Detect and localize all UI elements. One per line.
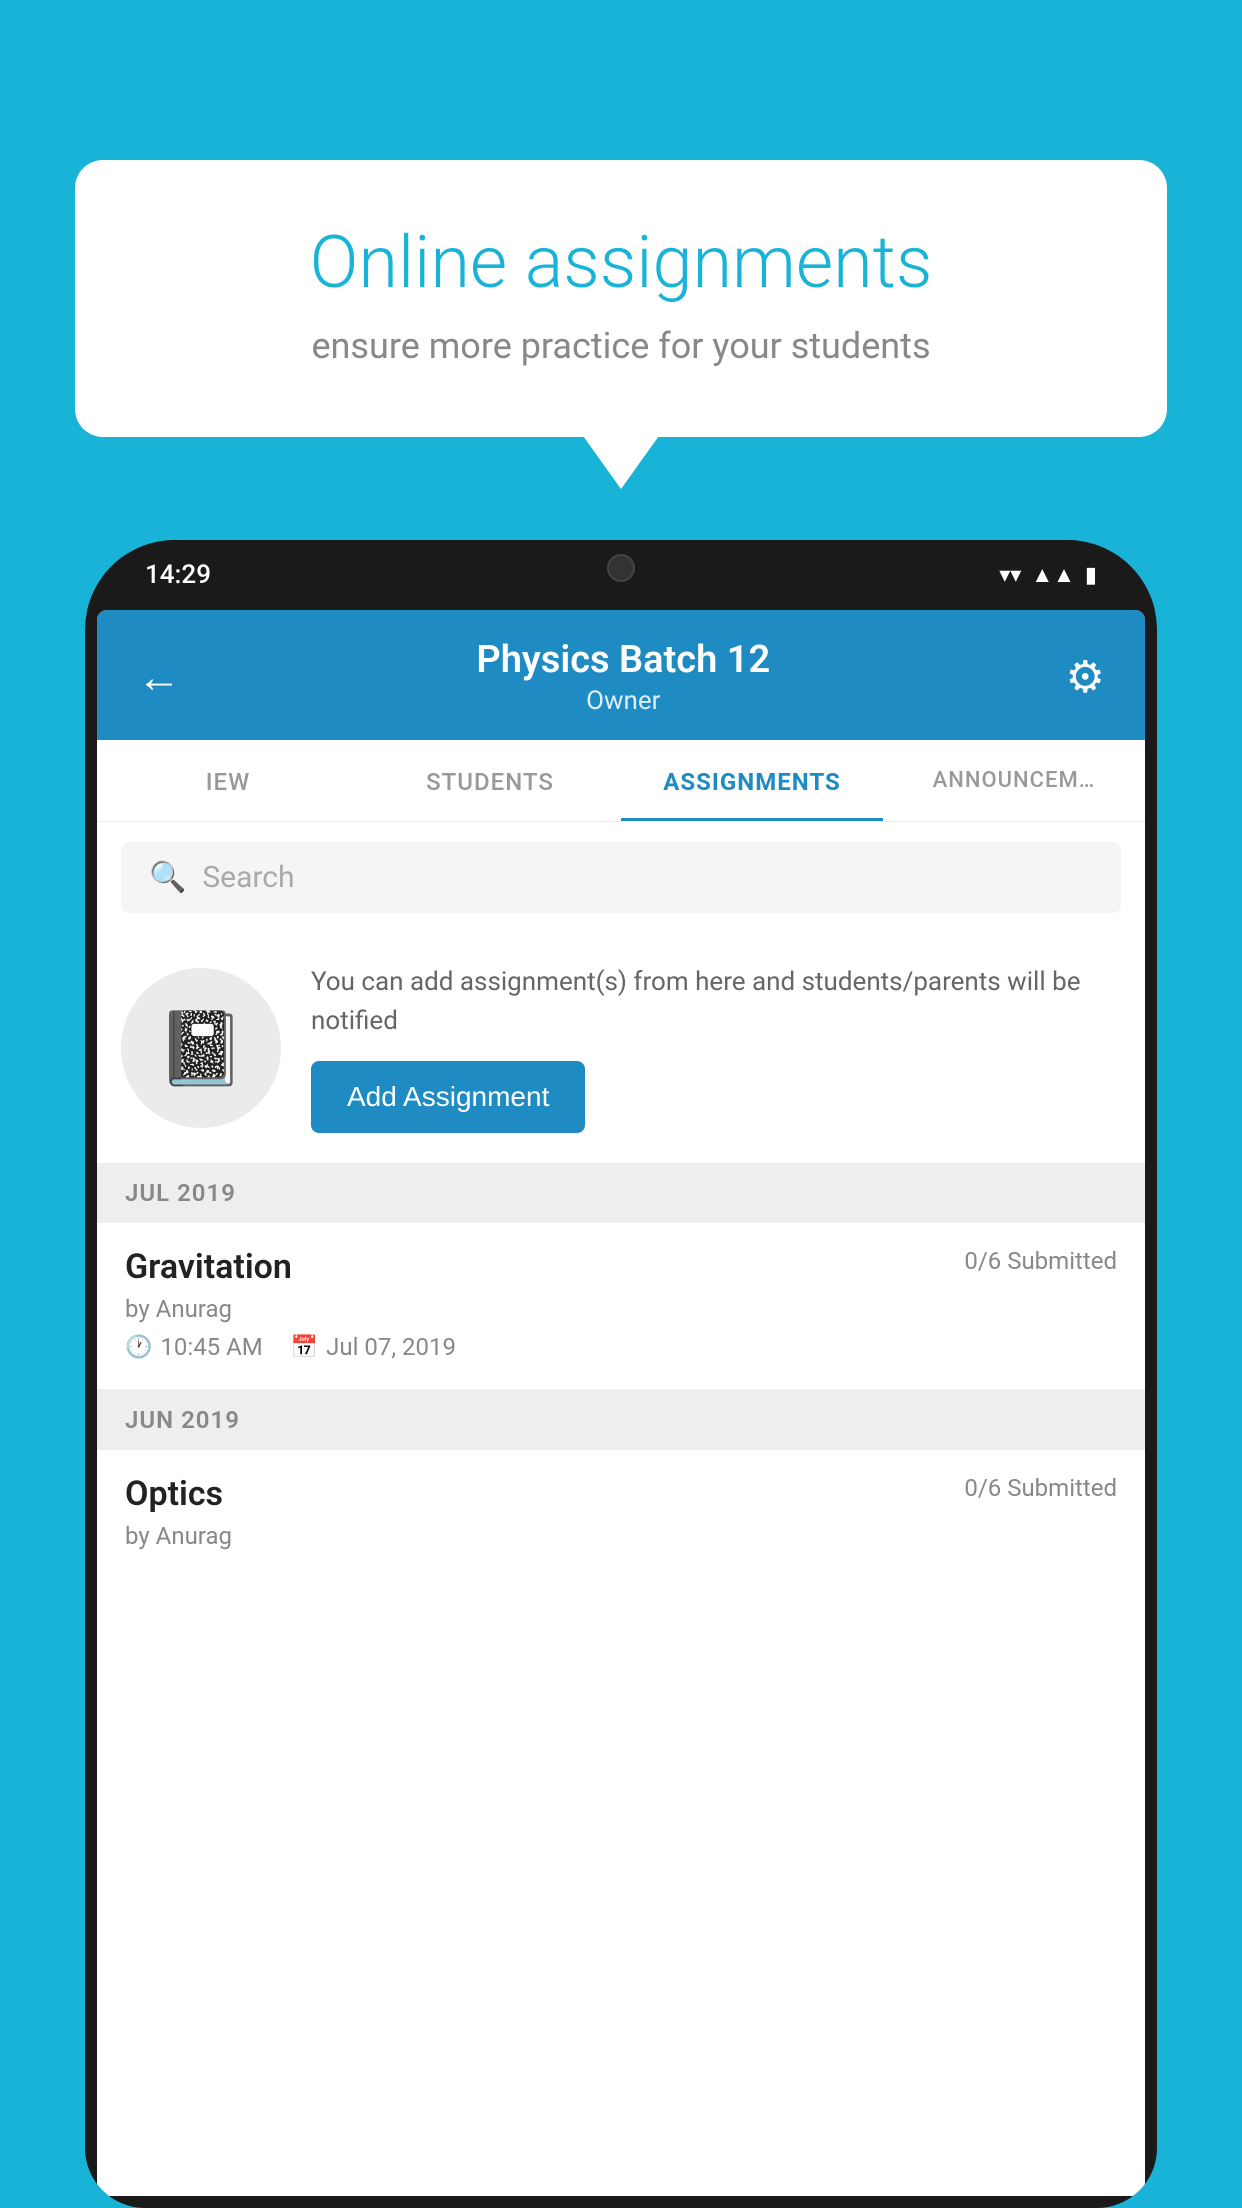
search-placeholder: Search bbox=[202, 860, 294, 895]
promo-content: You can add assignment(s) from here and … bbox=[311, 963, 1121, 1133]
phone-notch bbox=[541, 540, 701, 595]
tab-students[interactable]: STUDENTS bbox=[359, 740, 621, 821]
promo-icon-circle: 📓 bbox=[121, 968, 281, 1128]
tab-assignments[interactable]: ASSIGNMENTS bbox=[621, 740, 883, 821]
speech-bubble-wrapper: Online assignments ensure more practice … bbox=[75, 160, 1167, 437]
section-jul-2019: JUL 2019 bbox=[97, 1163, 1145, 1223]
phone-camera bbox=[607, 554, 635, 582]
promo-text: You can add assignment(s) from here and … bbox=[311, 963, 1121, 1041]
gravitation-title: Gravitation bbox=[125, 1247, 292, 1287]
settings-icon[interactable]: ⚙ bbox=[1066, 651, 1105, 703]
search-box[interactable]: 🔍 Search bbox=[121, 842, 1121, 913]
gravitation-date-meta: 📅 Jul 07, 2019 bbox=[291, 1333, 456, 1361]
search-icon: 🔍 bbox=[149, 860, 186, 895]
phone-frame: 14:29 ▾▾ ▲▲ ▮ ← Physics Batch 12 Owner ⚙ bbox=[85, 540, 1157, 2208]
back-button[interactable]: ← bbox=[137, 651, 181, 703]
status-time: 14:29 bbox=[145, 560, 211, 590]
notebook-icon: 📓 bbox=[156, 1006, 246, 1091]
phone-screen: ← Physics Batch 12 Owner ⚙ IEW STUDENTS … bbox=[97, 610, 1145, 2196]
promo-box: 📓 You can add assignment(s) from here an… bbox=[97, 933, 1145, 1163]
gravitation-by: by Anurag bbox=[125, 1295, 1117, 1323]
search-container: 🔍 Search bbox=[97, 822, 1145, 933]
clock-icon: 🕐 bbox=[125, 1335, 152, 1360]
header-subtitle: Owner bbox=[476, 686, 770, 716]
speech-bubble: Online assignments ensure more practice … bbox=[75, 160, 1167, 437]
gravitation-meta: 🕐 10:45 AM 📅 Jul 07, 2019 bbox=[125, 1333, 1117, 1361]
signal-icon: ▲▲ bbox=[1031, 562, 1075, 588]
speech-bubble-subtitle: ensure more practice for your students bbox=[145, 325, 1097, 367]
optics-title: Optics bbox=[125, 1474, 223, 1514]
header-center: Physics Batch 12 Owner bbox=[476, 638, 770, 716]
wifi-icon: ▾▾ bbox=[999, 563, 1021, 588]
gravitation-time-meta: 🕐 10:45 AM bbox=[125, 1333, 263, 1361]
assignment-optics[interactable]: Optics 0/6 Submitted by Anurag bbox=[97, 1450, 1145, 1550]
phone-top-bar: 14:29 ▾▾ ▲▲ ▮ bbox=[85, 540, 1157, 610]
tabs-bar: IEW STUDENTS ASSIGNMENTS ANNOUNCEM… bbox=[97, 740, 1145, 822]
gravitation-submitted: 0/6 Submitted bbox=[964, 1247, 1117, 1275]
add-assignment-button[interactable]: Add Assignment bbox=[311, 1061, 585, 1133]
tab-announcements[interactable]: ANNOUNCEM… bbox=[883, 740, 1145, 821]
header-title: Physics Batch 12 bbox=[476, 638, 770, 682]
section-jul-label: JUL 2019 bbox=[125, 1179, 236, 1207]
tab-iew[interactable]: IEW bbox=[97, 740, 359, 821]
calendar-icon: 📅 bbox=[291, 1335, 318, 1360]
section-jun-label: JUN 2019 bbox=[125, 1406, 240, 1434]
app-header: ← Physics Batch 12 Owner ⚙ bbox=[97, 610, 1145, 740]
section-jun-2019: JUN 2019 bbox=[97, 1390, 1145, 1450]
optics-by: by Anurag bbox=[125, 1522, 1117, 1550]
speech-bubble-title: Online assignments bbox=[145, 220, 1097, 305]
gravitation-time: 10:45 AM bbox=[160, 1333, 262, 1361]
battery-icon: ▮ bbox=[1085, 563, 1097, 588]
assignment-gravitation[interactable]: Gravitation 0/6 Submitted by Anurag 🕐 10… bbox=[97, 1223, 1145, 1390]
status-icons: ▾▾ ▲▲ ▮ bbox=[999, 562, 1097, 588]
gravitation-date: Jul 07, 2019 bbox=[326, 1333, 456, 1361]
optics-submitted: 0/6 Submitted bbox=[964, 1474, 1117, 1514]
